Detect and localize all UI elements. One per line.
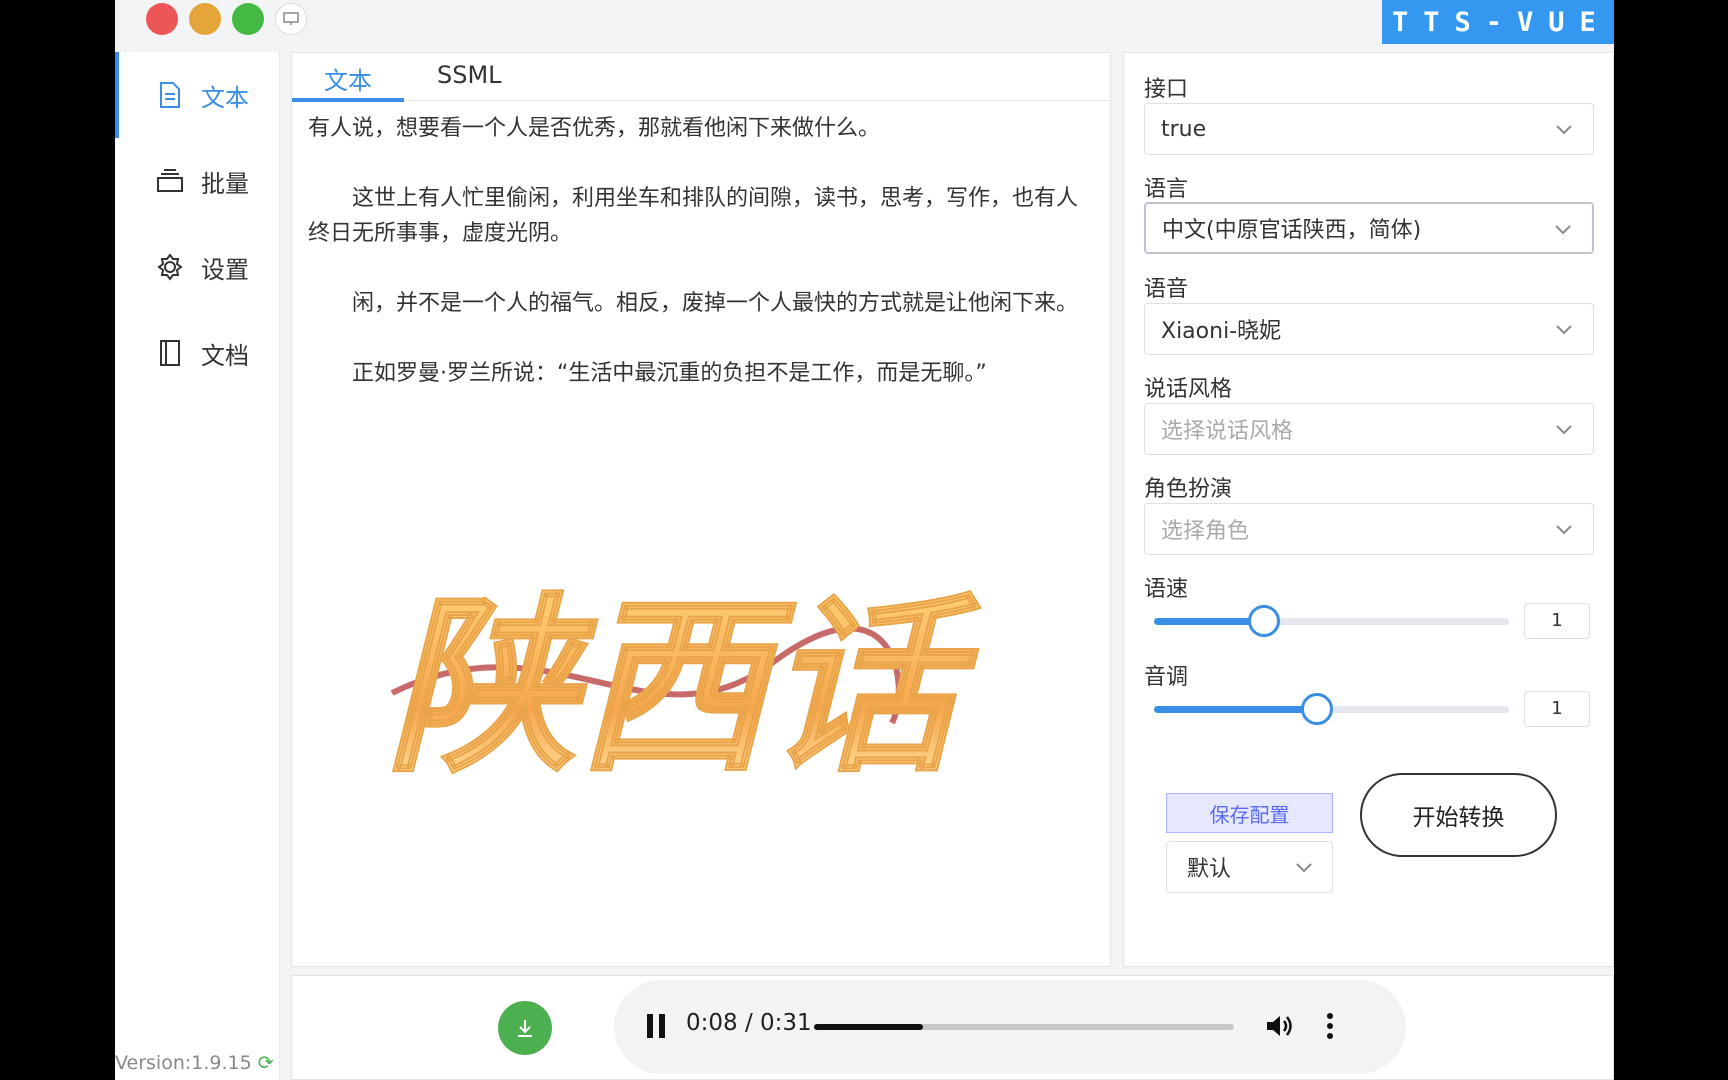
document-icon — [155, 80, 185, 110]
sidebar-item-label: 批量 — [201, 169, 249, 198]
role-label: 角色扮演 — [1144, 477, 1233, 502]
pause-icon[interactable] — [644, 1012, 668, 1040]
overlay-title-text: 陕西话 — [387, 577, 981, 798]
audio-player: 0:08 / 0:31 — [614, 980, 1406, 1074]
sidebar-item-docs[interactable]: 文档 — [115, 310, 280, 396]
chevron-down-icon — [1296, 863, 1312, 873]
sidebar-item-text[interactable]: 文本 — [115, 52, 280, 138]
stack-icon — [155, 166, 185, 196]
api-select[interactable]: true — [1144, 103, 1594, 155]
api-label: 接口 — [1144, 77, 1189, 102]
sidebar-item-label: 文本 — [201, 83, 249, 112]
chevron-down-icon — [1555, 225, 1571, 235]
rate-input[interactable]: 1 — [1524, 603, 1590, 639]
editor-paragraph: 有人说，想要看一个人是否优秀，那就看他闲下来做什么。 — [308, 116, 881, 141]
sidebar-item-settings[interactable]: 设置 — [115, 224, 280, 310]
chevron-down-icon — [1556, 325, 1572, 335]
tab-bar: 文本 SSML — [292, 53, 1110, 102]
tab-text[interactable]: 文本 — [324, 61, 372, 96]
editor-panel: 文本 SSML 有人说，想要看一个人是否优秀，那就看他闲下来做什么。 这世上有人… — [291, 52, 1111, 967]
rate-slider[interactable] — [1154, 601, 1509, 641]
style-label: 说话风格 — [1144, 377, 1233, 402]
language-label: 语言 — [1144, 177, 1189, 202]
gear-icon — [155, 252, 185, 282]
minimize-window-button[interactable] — [189, 3, 221, 35]
voice-value: Xiaoni-晓妮 — [1161, 319, 1282, 344]
close-window-button[interactable] — [146, 3, 178, 35]
brand-banner: TTS-VUE — [1382, 0, 1614, 44]
version-text: Version:1.9.15 — [115, 1052, 252, 1074]
refresh-icon[interactable]: ⟳ — [258, 1052, 274, 1074]
chevron-down-icon — [1556, 525, 1572, 535]
title-bar: TTS-VUE — [115, 0, 1614, 44]
preset-select[interactable]: 默认 — [1166, 841, 1333, 893]
rate-label: 语速 — [1144, 577, 1189, 602]
maximize-window-button[interactable] — [232, 3, 264, 35]
editor-paragraph: 这世上有人忙里偷闲，利用坐车和排队的间隙，读书，思考，写作，也有人终日无所事事，… — [308, 186, 1079, 246]
download-button[interactable] — [498, 1001, 552, 1055]
tab-indicator — [292, 98, 404, 102]
editor-paragraph: 闲，并不是一个人的福气。相反，废掉一个人最快的方式就是让他闲下来。 — [308, 291, 1079, 316]
slider-handle[interactable] — [1248, 605, 1281, 637]
role-placeholder: 选择角色 — [1161, 519, 1250, 544]
save-config-button[interactable]: 保存配置 — [1166, 793, 1333, 833]
overlay-title: 陕西话 — [386, 576, 982, 799]
text-input-area[interactable]: 有人说，想要看一个人是否优秀，那就看他闲下来做什么。 这世上有人忙里偷闲，利用坐… — [292, 101, 1110, 436]
chevron-down-icon — [1556, 425, 1572, 435]
version-label: Version:1.9.15 ⟳ — [115, 1052, 274, 1074]
settings-panel: 接口 true 语言 中文(中原官话陕西，简体) 语音 Xiaoni-晓妮 说话… — [1123, 52, 1614, 967]
chevron-down-icon — [1556, 125, 1572, 135]
download-icon — [518, 1020, 532, 1037]
sidebar-item-label: 设置 — [201, 255, 249, 284]
volume-icon[interactable] — [1264, 1011, 1294, 1041]
sidebar-item-label: 文档 — [201, 341, 249, 370]
pitch-slider[interactable] — [1154, 689, 1509, 729]
voice-select[interactable]: Xiaoni-晓妮 — [1144, 303, 1594, 355]
book-icon — [155, 338, 185, 368]
playback-progress[interactable] — [814, 1024, 1234, 1030]
start-convert-button[interactable]: 开始转换 — [1360, 773, 1557, 857]
language-value: 中文(中原官话陕西，简体) — [1162, 218, 1422, 243]
playback-time: 0:08 / 0:31 — [686, 1010, 812, 1036]
api-value: true — [1161, 116, 1207, 142]
role-select[interactable]: 选择角色 — [1144, 503, 1594, 555]
red-string-decoration — [390, 625, 902, 725]
voice-label: 语音 — [1144, 277, 1189, 302]
more-options-icon[interactable] — [1324, 1011, 1336, 1041]
style-select[interactable]: 选择说话风格 — [1144, 403, 1594, 455]
sidebar: 文本 批量 设置 文档 Version:1.9.15 ⟳ — [115, 52, 280, 1080]
style-placeholder: 选择说话风格 — [1161, 419, 1294, 444]
sidebar-item-batch[interactable]: 批量 — [115, 138, 280, 224]
pitch-label: 音调 — [1144, 665, 1189, 690]
tab-ssml[interactable]: SSML — [437, 61, 502, 89]
language-select[interactable]: 中文(中原官话陕西，简体) — [1144, 202, 1594, 254]
slider-fill — [1154, 706, 1318, 713]
slider-handle[interactable] — [1301, 693, 1334, 725]
pitch-input[interactable]: 1 — [1524, 691, 1590, 727]
preset-value: 默认 — [1187, 857, 1232, 882]
player-bar: 0:08 / 0:31 — [291, 975, 1614, 1080]
app-window: TTS-VUE 文本 批量 设置 文档 Version:1.9.15 ⟳ 文本 … — [115, 0, 1614, 1080]
playback-progress-fill — [814, 1024, 924, 1030]
monitor-icon[interactable] — [275, 3, 307, 35]
editor-paragraph: 正如罗曼·罗兰所说：“生活中最沉重的负担不是工作，而是无聊。” — [308, 361, 987, 386]
